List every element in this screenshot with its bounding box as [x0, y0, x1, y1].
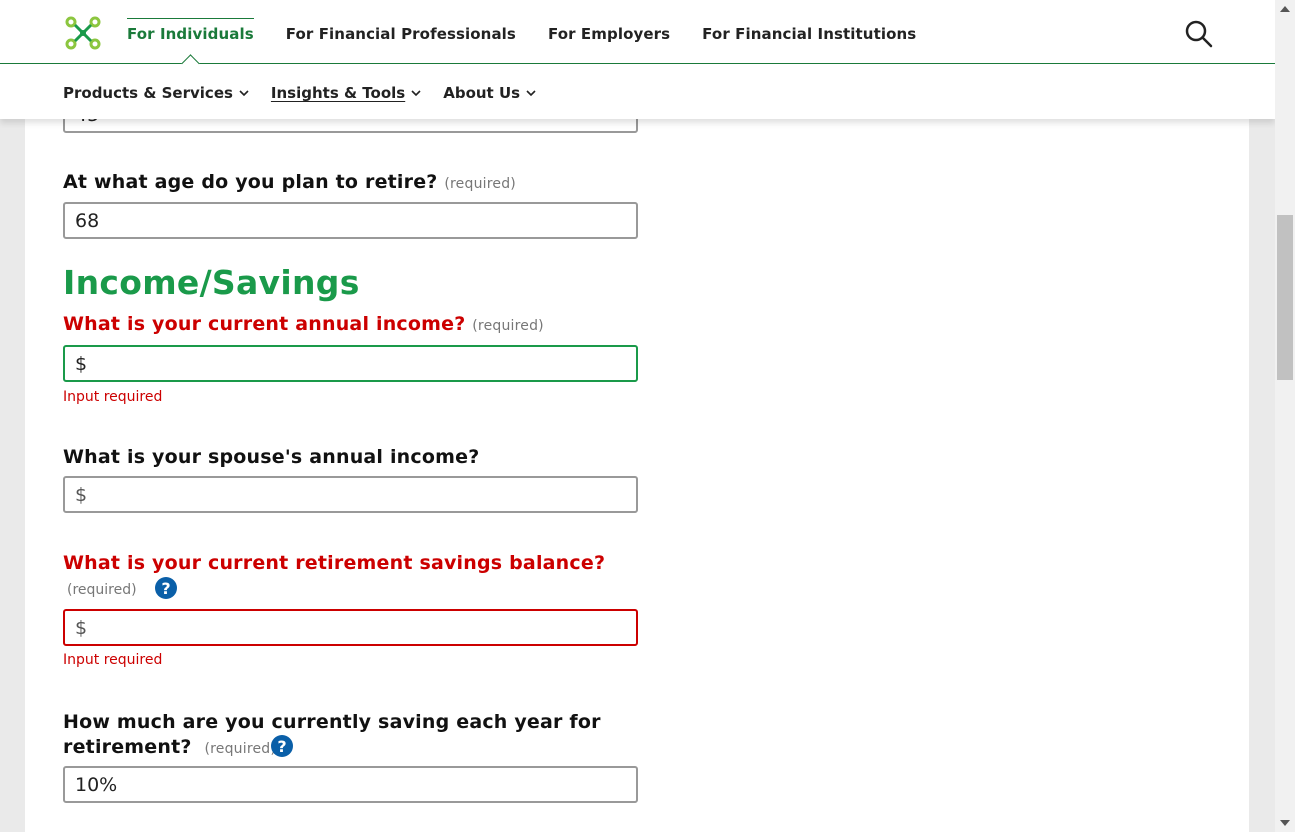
required-hint: (required)	[204, 741, 277, 757]
chevron-down-icon	[239, 90, 249, 97]
saving-rate-input[interactable]: 10%	[63, 766, 638, 803]
chevron-down-icon	[526, 90, 536, 97]
required-hint: (required)	[472, 318, 544, 334]
retire-age-label-text: At what age do you plan to retire?	[63, 171, 438, 193]
brand-logo-icon[interactable]	[62, 14, 104, 52]
spouse-income-input[interactable]: $	[63, 476, 638, 513]
spouse-income-label-text: What is your spouse's annual income?	[63, 446, 480, 468]
audience-nav: For Individuals For Financial Profession…	[127, 0, 948, 63]
annual-income-input[interactable]: $	[63, 345, 638, 382]
spouse-income-label: What is your spouse's annual income?	[63, 446, 479, 468]
top-nav-for-employers[interactable]: For Employers	[548, 0, 670, 63]
currency-prefix: $	[75, 616, 88, 639]
top-header: For Individuals For Financial Profession…	[0, 0, 1275, 64]
nav-insights-tools[interactable]: Insights & Tools	[271, 84, 421, 102]
section-title: Income/Savings	[63, 263, 360, 302]
retire-age-label: At what age do you plan to retire? (requ…	[63, 171, 516, 193]
saving-rate-label: How much are you currently saving each y…	[63, 710, 601, 762]
page-scrollbar[interactable]	[1275, 0, 1295, 832]
saving-rate-label-line1: How much are you currently saving each y…	[63, 711, 601, 733]
nav-about-us-label: About Us	[443, 84, 521, 102]
saving-rate-value: 10%	[75, 773, 118, 796]
annual-income-error: Input required	[63, 389, 163, 405]
savings-balance-label: What is your current retirement savings …	[63, 552, 605, 574]
nav-products-services[interactable]: Products & Services	[63, 84, 249, 102]
required-hint: (required)	[444, 176, 516, 192]
search-icon[interactable]	[1184, 19, 1214, 49]
top-nav-for-financial-professionals[interactable]: For Financial Professionals	[286, 0, 516, 63]
top-nav-for-financial-institutions[interactable]: For Financial Institutions	[702, 0, 916, 63]
chevron-down-icon	[411, 90, 421, 97]
scroll-down-icon[interactable]	[1280, 820, 1290, 826]
nav-insights-tools-label: Insights & Tools	[270, 84, 406, 102]
saving-rate-label-line2: retirement?	[63, 736, 192, 758]
saving-rate-help-icon[interactable]: ?	[271, 735, 293, 757]
savings-balance-label-text: What is your current retirement savings …	[63, 552, 606, 574]
scroll-up-icon[interactable]	[1280, 6, 1290, 12]
savings-balance-help-icon[interactable]: ?	[155, 577, 177, 599]
nav-products-services-label: Products & Services	[63, 84, 233, 102]
top-nav-for-individuals[interactable]: For Individuals	[127, 0, 254, 63]
retire-age-value: 68	[75, 209, 100, 232]
retire-age-input[interactable]: 68	[63, 202, 638, 239]
annual-income-label: What is your current annual income? (req…	[63, 313, 544, 335]
required-hint: (required)	[67, 582, 137, 598]
annual-income-label-text: What is your current annual income?	[63, 313, 466, 335]
scroll-thumb[interactable]	[1277, 215, 1293, 380]
sub-header: Products & Services Insights & Tools Abo…	[0, 64, 1275, 119]
currency-prefix: $	[75, 352, 88, 375]
nav-about-us[interactable]: About Us	[443, 84, 536, 102]
currency-prefix: $	[75, 483, 88, 506]
main-nav: Products & Services Insights & Tools Abo…	[63, 84, 558, 102]
savings-balance-error: Input required	[63, 652, 163, 668]
savings-balance-input[interactable]: $	[63, 609, 638, 646]
